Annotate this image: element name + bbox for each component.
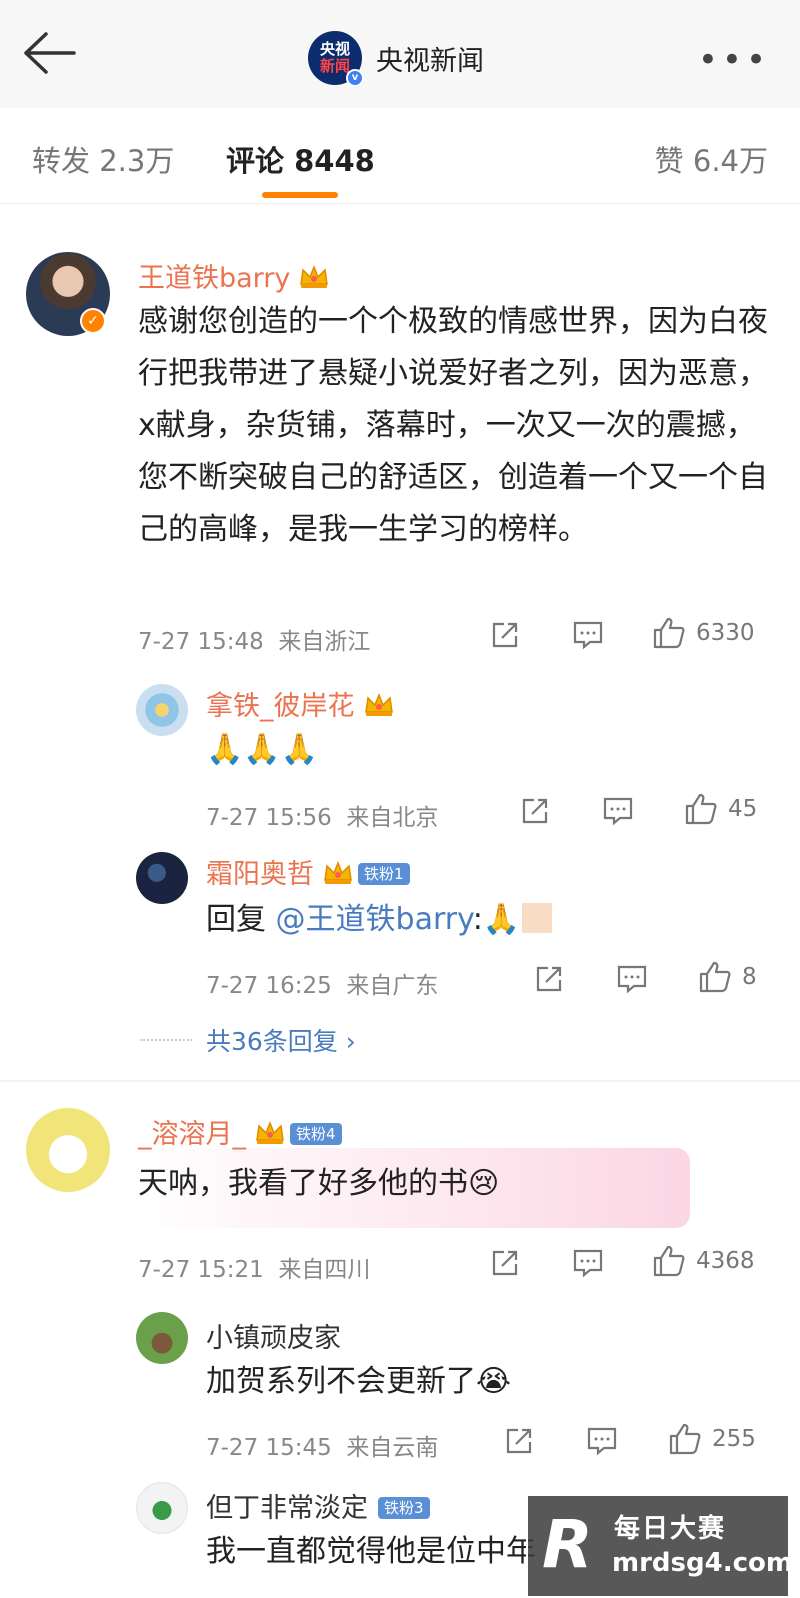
reply-time: 7-27 15:56 xyxy=(206,805,332,831)
comment-text: 感谢您创造的一个个极致的情感世界，因为白夜行把我带进了悬疑小说爱好者之列，因为恶… xyxy=(138,304,768,547)
reply-icon[interactable] xyxy=(572,620,604,650)
cctv-news-logo: 央视 新闻 v xyxy=(308,31,364,87)
account-title[interactable]: 央视 新闻 v 央视新闻 xyxy=(308,30,484,87)
thumbs-up-icon xyxy=(698,960,732,994)
reply-time: 7-27 16:25 xyxy=(206,973,332,999)
fan-badge: 铁粉3 xyxy=(378,1497,430,1519)
like-button[interactable]: 255 xyxy=(668,1422,756,1456)
tab-like[interactable]: 赞 6.4万 xyxy=(655,138,768,180)
comment-location: 来自四川 xyxy=(278,1257,371,1283)
reply-location: 来自云南 xyxy=(346,1435,439,1461)
emoji-image xyxy=(522,903,553,933)
reply-text: 🙏🙏🙏 xyxy=(206,732,319,767)
reply-location: 来自广东 xyxy=(346,973,439,999)
share-icon[interactable] xyxy=(504,1426,534,1456)
reply-location: 来自北京 xyxy=(346,805,439,831)
crown-icon xyxy=(363,692,395,718)
like-button[interactable]: 6330 xyxy=(652,616,755,650)
reply-time: 7-27 15:45 xyxy=(206,1435,332,1461)
dotted-separator xyxy=(140,1039,192,1041)
reply-username[interactable]: 拿铁_彼岸花 xyxy=(206,684,395,723)
like-button[interactable]: 8 xyxy=(698,960,757,994)
reply-username-text: 霜阳奥哲 xyxy=(206,859,314,890)
comment-meta: 7-27 15:48 来自浙江 xyxy=(138,622,370,656)
tab-repost[interactable]: 转发 2.3万 xyxy=(32,138,174,180)
thumbs-up-icon xyxy=(684,792,718,826)
fan-badge: 铁粉4 xyxy=(290,1123,342,1145)
tab-comment[interactable]: 评论 8448 xyxy=(226,138,375,180)
view-more-replies[interactable]: 共36条回复 › xyxy=(140,1022,356,1058)
reply-icon[interactable] xyxy=(616,964,648,994)
verified-badge-icon: v xyxy=(346,69,364,87)
thumbs-up-icon xyxy=(668,1422,702,1456)
logo-text-top: 央视 xyxy=(319,40,350,58)
reply-username[interactable]: 小镇顽皮家 xyxy=(206,1316,341,1355)
crown-icon xyxy=(254,1120,286,1146)
crown-icon xyxy=(298,264,330,290)
share-icon[interactable] xyxy=(490,1248,520,1278)
account-name: 央视新闻 xyxy=(376,45,484,77)
tab-bar: 转发 2.3万 评论 8448 赞 6.4万 xyxy=(0,108,800,204)
share-icon[interactable] xyxy=(534,964,564,994)
top-bar: 央视 新闻 v 央视新闻 ••• xyxy=(0,0,800,108)
mention-link[interactable]: @王道铁barry xyxy=(276,902,473,937)
reply-meta: 7-27 16:25 来自广东 xyxy=(206,966,438,1000)
like-count: 255 xyxy=(712,1426,756,1452)
like-count: 4368 xyxy=(696,1248,755,1274)
thumbs-up-icon xyxy=(652,1244,686,1278)
watermark-logo-icon: R xyxy=(542,1506,593,1583)
avatar[interactable] xyxy=(136,852,188,904)
like-count: 6330 xyxy=(696,620,755,646)
like-button[interactable]: 45 xyxy=(684,792,757,826)
reply-text: 我一直都觉得他是位中年 xyxy=(206,1534,536,1569)
comment-text: 天呐，我看了好多他的书😢 xyxy=(138,1166,500,1201)
reply-meta: 7-27 15:56 来自北京 xyxy=(206,798,438,832)
avatar[interactable] xyxy=(136,1312,188,1364)
reply-text: 加贺系列不会更新了😭 xyxy=(206,1364,512,1399)
comment-username-text: 王道铁barry xyxy=(138,263,291,294)
share-icon[interactable] xyxy=(490,620,520,650)
thumbs-up-icon xyxy=(652,616,686,650)
active-tab-indicator xyxy=(262,192,338,198)
like-count: 45 xyxy=(728,796,758,822)
avatar[interactable] xyxy=(136,1482,188,1534)
comment-username-text: _溶溶月_ xyxy=(138,1119,246,1150)
watermark-url: mrdsg4.com xyxy=(612,1548,793,1578)
watermark-title: 每日大赛 xyxy=(614,1514,727,1544)
reply-meta: 7-27 15:45 来自云南 xyxy=(206,1428,438,1462)
comment-time: 7-27 15:48 xyxy=(138,629,264,655)
reply-icon[interactable] xyxy=(586,1426,618,1456)
more-options-icon[interactable]: ••• xyxy=(698,40,770,80)
logo-text-bottom: 新闻 xyxy=(319,57,350,75)
reply-text: 回复 @王道铁barry:🙏 xyxy=(206,894,553,946)
avatar[interactable] xyxy=(26,1108,110,1192)
more-replies-label: 共36条回复 › xyxy=(206,1027,356,1056)
verified-badge-icon: ✓ xyxy=(80,308,106,334)
like-button[interactable]: 4368 xyxy=(652,1244,755,1278)
share-icon[interactable] xyxy=(520,796,550,826)
like-count: 8 xyxy=(742,964,757,990)
watermark: R 每日大赛 mrdsg4.com xyxy=(526,1494,793,1598)
comment-meta: 7-27 15:21 来自四川 xyxy=(138,1250,370,1284)
comment-username[interactable]: _溶溶月_ 铁粉4 xyxy=(138,1112,342,1151)
reply-prefix: 回复 xyxy=(206,902,276,937)
comment-username[interactable]: 王道铁barry xyxy=(138,256,330,295)
reply-suffix: :🙏 xyxy=(472,902,521,937)
reply-username-text: 但丁非常淡定 xyxy=(206,1493,368,1524)
back-arrow-icon[interactable] xyxy=(20,30,80,80)
reply-icon[interactable] xyxy=(572,1248,604,1278)
comment-time: 7-27 15:21 xyxy=(138,1257,264,1283)
crown-icon xyxy=(322,860,354,886)
reply-username-text: 拿铁_彼岸花 xyxy=(206,691,355,722)
avatar[interactable] xyxy=(136,684,188,736)
comment-divider xyxy=(0,1080,800,1082)
comment-location: 来自浙江 xyxy=(278,629,371,655)
reply-username[interactable]: 霜阳奥哲 铁粉1 xyxy=(206,852,410,891)
reply-username[interactable]: 但丁非常淡定 铁粉3 xyxy=(206,1486,430,1525)
reply-icon[interactable] xyxy=(602,796,634,826)
fan-badge: 铁粉1 xyxy=(358,863,410,885)
